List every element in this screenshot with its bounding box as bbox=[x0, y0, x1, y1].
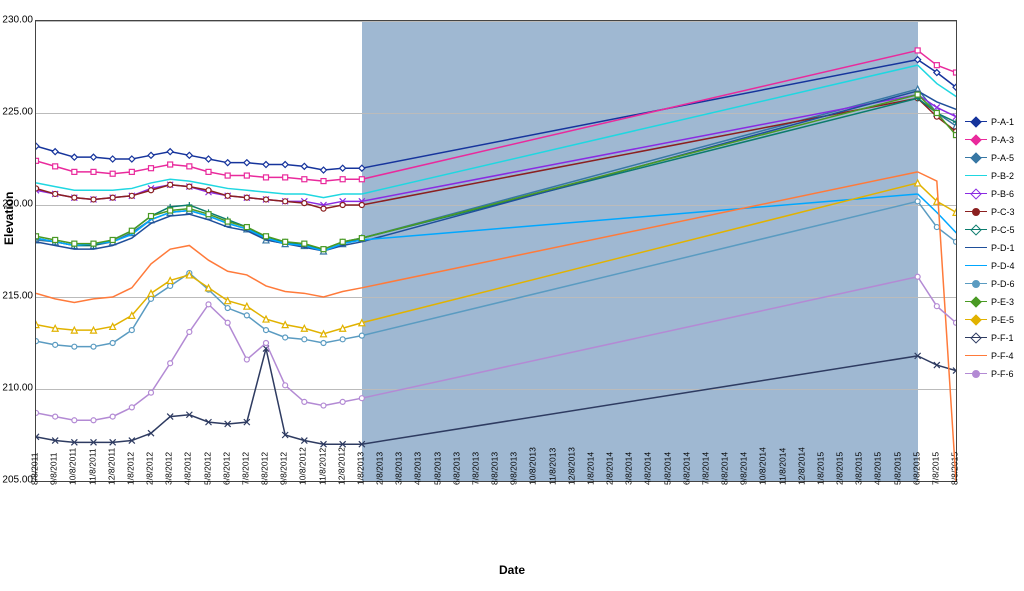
legend-label: P-A-5 bbox=[991, 153, 1014, 163]
legend-item: P-D-1 bbox=[965, 241, 1015, 254]
legend-label: P-B-2 bbox=[991, 171, 1014, 181]
legend-item: P-F-4 bbox=[965, 349, 1015, 362]
legend-label: P-D-6 bbox=[991, 279, 1015, 289]
legend-item: P-E-5 bbox=[965, 313, 1015, 326]
y-tick-label: 215.00 bbox=[0, 291, 33, 302]
legend-label: P-A-3 bbox=[991, 135, 1014, 145]
legend-label: P-F-1 bbox=[991, 333, 1014, 343]
legend-item: P-A-5 bbox=[965, 151, 1015, 164]
y-tick-label: 205.00 bbox=[0, 475, 33, 486]
legend-item: P-B-6 bbox=[965, 187, 1015, 200]
legend-item: P-B-2 bbox=[965, 169, 1015, 182]
legend-label: P-A-1 bbox=[991, 117, 1014, 127]
legend-label: P-D-4 bbox=[991, 261, 1015, 271]
y-tick-label: 230.00 bbox=[0, 15, 33, 26]
legend-label: P-C-5 bbox=[991, 225, 1015, 235]
legend-item: P-A-3 bbox=[965, 133, 1015, 146]
legend-item: P-D-4 bbox=[965, 259, 1015, 272]
legend-label: P-E-5 bbox=[991, 315, 1014, 325]
elevation-chart: Elevation Date P-A-1P-A-3P-A-5P-B-2P-B-6… bbox=[0, 0, 1024, 591]
legend-label: P-B-6 bbox=[991, 189, 1014, 199]
legend-item: P-D-6 bbox=[965, 277, 1015, 290]
legend-item: P-F-6 bbox=[965, 367, 1015, 380]
x-axis-label: Date bbox=[0, 563, 1024, 577]
plot-area bbox=[35, 20, 957, 482]
legend-item: P-C-3 bbox=[965, 205, 1015, 218]
legend-label: P-F-6 bbox=[991, 369, 1014, 379]
legend-item: P-A-1 bbox=[965, 115, 1015, 128]
series-svg bbox=[36, 21, 956, 481]
y-tick-label: 225.00 bbox=[0, 107, 33, 118]
y-tick-label: 210.00 bbox=[0, 383, 33, 394]
y-tick-label: 220.00 bbox=[0, 199, 33, 210]
legend-label: P-C-3 bbox=[991, 207, 1015, 217]
legend-label: P-E-3 bbox=[991, 297, 1014, 307]
legend: P-A-1 P-A-3 P-A-5 P-B-2 P-B-6 P-C-3 P-C-5 P-D-1… bbox=[965, 115, 1015, 385]
legend-item: P-C-5 bbox=[965, 223, 1015, 236]
legend-item: P-E-3 bbox=[965, 295, 1015, 308]
legend-label: P-F-4 bbox=[991, 351, 1014, 361]
legend-label: P-D-1 bbox=[991, 243, 1015, 253]
legend-item: P-F-1 bbox=[965, 331, 1015, 344]
